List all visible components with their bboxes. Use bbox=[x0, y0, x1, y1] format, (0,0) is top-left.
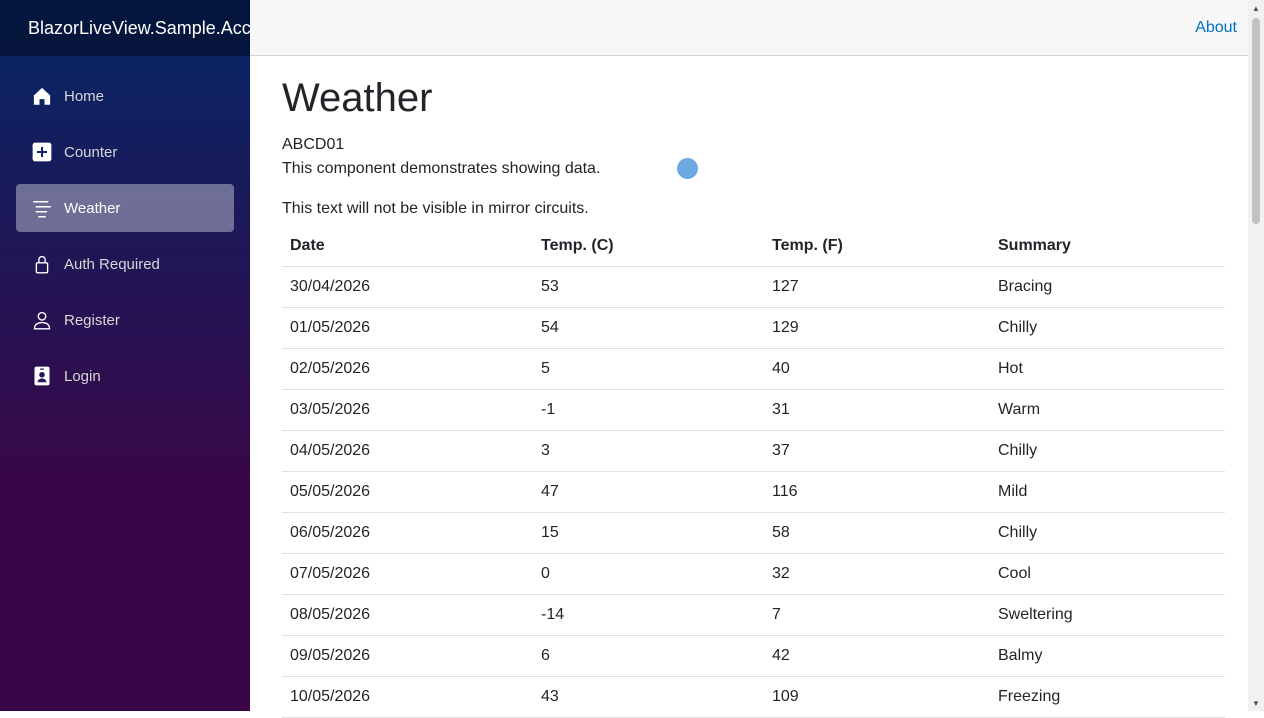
sidebar: BlazorLiveView.Sample.Accounts Home Coun… bbox=[0, 0, 250, 711]
lock-icon bbox=[32, 254, 52, 274]
table-cell: 109 bbox=[764, 676, 990, 718]
table-cell: Cool bbox=[990, 553, 1225, 595]
about-link[interactable]: About bbox=[1195, 19, 1237, 37]
vertical-scrollbar[interactable]: ▲ ▼ bbox=[1248, 0, 1264, 711]
table-cell: 5 bbox=[533, 348, 764, 390]
table-cell: 08/05/2026 bbox=[282, 594, 533, 636]
table-cell: Chilly bbox=[990, 512, 1225, 554]
table-cell: Sweltering bbox=[990, 594, 1225, 636]
table-cell: 10/05/2026 bbox=[282, 676, 533, 718]
mirror-note: This text will not be visible in mirror … bbox=[282, 200, 589, 217]
table-cell: 127 bbox=[764, 266, 990, 308]
table-row: 07/05/2026 0 32 Cool bbox=[282, 553, 1225, 595]
table-cell: 58 bbox=[764, 512, 990, 554]
table-row: 04/05/2026 3 37 Chilly bbox=[282, 430, 1225, 472]
table-cell: 05/05/2026 bbox=[282, 471, 533, 513]
table-cell: -1 bbox=[533, 389, 764, 431]
top-row: About bbox=[250, 0, 1248, 56]
person-icon bbox=[32, 310, 52, 330]
scroll-down-icon[interactable]: ▼ bbox=[1248, 695, 1264, 711]
table-cell: 42 bbox=[764, 635, 990, 677]
table-body: 30/04/2026 53 127 Bracing 01/05/2026 54 129 Chi… bbox=[282, 266, 1225, 718]
table-row: 03/05/2026 -1 31 Warm bbox=[282, 389, 1225, 431]
table-row: 01/05/2026 54 129 Chilly bbox=[282, 307, 1225, 349]
sidebar-item-counter[interactable]: Counter bbox=[16, 128, 234, 176]
sidebar-item-label: Auth Required bbox=[64, 255, 160, 273]
scroll-up-icon[interactable]: ▲ bbox=[1248, 0, 1264, 16]
column-header: Summary bbox=[990, 225, 1225, 267]
table-cell: Freezing bbox=[990, 676, 1225, 718]
person-badge-icon bbox=[32, 366, 52, 386]
plus-square-icon bbox=[32, 142, 52, 162]
house-icon bbox=[32, 86, 52, 106]
sidebar-item-weather[interactable]: Weather bbox=[16, 184, 234, 232]
table-cell: -14 bbox=[533, 594, 764, 636]
table-cell: 04/05/2026 bbox=[282, 430, 533, 472]
table-cell: 03/05/2026 bbox=[282, 389, 533, 431]
table-row: 02/05/2026 5 40 Hot bbox=[282, 348, 1225, 390]
brand-link[interactable]: BlazorLiveView.Sample.Accounts bbox=[28, 18, 250, 39]
table-cell: Balmy bbox=[990, 635, 1225, 677]
table-cell: 06/05/2026 bbox=[282, 512, 533, 554]
table-cell: 32 bbox=[764, 553, 990, 595]
table-cell: Mild bbox=[990, 471, 1225, 513]
page-title: Weather bbox=[282, 76, 433, 120]
sidebar-item-label: Home bbox=[64, 87, 105, 105]
circuit-id: ABCD01 bbox=[282, 136, 345, 153]
table-cell: 47 bbox=[533, 471, 764, 513]
table-row: 08/05/2026 -14 7 Sweltering bbox=[282, 594, 1225, 636]
sidebar-item-home[interactable]: Home bbox=[16, 72, 234, 120]
sidebar-item-label: Register bbox=[64, 311, 120, 329]
table-cell: 09/05/2026 bbox=[282, 635, 533, 677]
table-cell: 3 bbox=[533, 430, 764, 472]
table-row: 06/05/2026 15 58 Chilly bbox=[282, 512, 1225, 554]
cursor-indicator bbox=[677, 158, 698, 179]
table-cell: 31 bbox=[764, 389, 990, 431]
table-cell: 6 bbox=[533, 635, 764, 677]
table-cell: 0 bbox=[533, 553, 764, 595]
table-cell: 40 bbox=[764, 348, 990, 390]
table-row: 05/05/2026 47 116 Mild bbox=[282, 471, 1225, 513]
sidebar-item-auth-required[interactable]: Auth Required bbox=[16, 240, 234, 288]
list-icon bbox=[32, 198, 52, 218]
column-header: Temp. (C) bbox=[533, 225, 764, 267]
scrollbar-thumb[interactable] bbox=[1252, 18, 1260, 224]
table-header-row: Date Temp. (C) Temp. (F) Summary bbox=[282, 225, 1225, 267]
table-cell: Bracing bbox=[990, 266, 1225, 308]
table-cell: 129 bbox=[764, 307, 990, 349]
table-row: 09/05/2026 6 42 Balmy bbox=[282, 635, 1225, 677]
sidebar-item-label: Weather bbox=[64, 199, 121, 217]
sidebar-item-label: Counter bbox=[64, 143, 118, 161]
sidebar-item-label: Login bbox=[64, 367, 101, 385]
table-cell: Chilly bbox=[990, 430, 1225, 472]
table-cell: 53 bbox=[533, 266, 764, 308]
table-cell: 15 bbox=[533, 512, 764, 554]
table-cell: Hot bbox=[990, 348, 1225, 390]
table-cell: 116 bbox=[764, 471, 990, 513]
table-cell: Warm bbox=[990, 389, 1225, 431]
sidebar-item-register[interactable]: Register bbox=[16, 296, 234, 344]
column-header: Date bbox=[282, 225, 533, 267]
table-cell: 30/04/2026 bbox=[282, 266, 533, 308]
table-cell: 01/05/2026 bbox=[282, 307, 533, 349]
column-header: Temp. (F) bbox=[764, 225, 990, 267]
table-cell: 7 bbox=[764, 594, 990, 636]
nav-menu: Home Counter Weather Auth Required Regis… bbox=[0, 56, 250, 400]
table-cell: 02/05/2026 bbox=[282, 348, 533, 390]
table-row: 10/05/2026 43 109 Freezing bbox=[282, 676, 1225, 718]
sidebar-item-login[interactable]: Login bbox=[16, 352, 234, 400]
description: This component demonstrates showing data… bbox=[282, 160, 601, 177]
main-content: Weather ABCD01 This component demonstrat… bbox=[282, 56, 1225, 718]
table-cell: 07/05/2026 bbox=[282, 553, 533, 595]
table-cell: Chilly bbox=[990, 307, 1225, 349]
table-cell: 54 bbox=[533, 307, 764, 349]
table-cell: 43 bbox=[533, 676, 764, 718]
table-row: 30/04/2026 53 127 Bracing bbox=[282, 266, 1225, 308]
weather-table: Date Temp. (C) Temp. (F) Summary 30/04/2… bbox=[282, 225, 1225, 718]
brand-bar: BlazorLiveView.Sample.Accounts bbox=[0, 0, 250, 56]
table-cell: 37 bbox=[764, 430, 990, 472]
